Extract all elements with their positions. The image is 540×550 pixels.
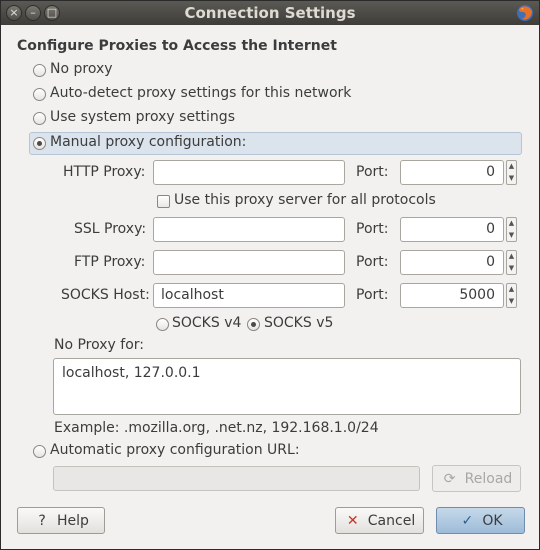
socks-port-label: Port: [356, 287, 389, 303]
cancel-button-label: Cancel [367, 512, 416, 529]
firefox-icon [517, 5, 533, 21]
auto-url-radio[interactable] [33, 445, 46, 458]
spin-down-icon[interactable]: ▼ [507, 230, 516, 241]
title-bar[interactable]: × – □ Connection Settings [1, 1, 539, 25]
section-heading: Configure Proxies to Access the Internet [17, 38, 337, 54]
socks-v4-label[interactable]: SOCKS v4 [172, 315, 241, 331]
use-for-all-checkbox[interactable] [157, 195, 170, 208]
socks-v4-radio[interactable] [156, 318, 169, 331]
socks-v5-label[interactable]: SOCKS v5 [264, 315, 333, 331]
socks-port-input[interactable]: 5000 [400, 283, 504, 308]
help-button[interactable]: ? Help [17, 507, 105, 534]
no-proxy-radio[interactable] [33, 64, 46, 77]
ftp-port-input[interactable]: 0 [400, 250, 504, 275]
ok-button[interactable]: ✓ OK [436, 507, 525, 534]
window-title: Connection Settings [184, 4, 356, 22]
ftp-port-label: Port: [356, 254, 389, 270]
system-proxy-label[interactable]: Use system proxy settings [50, 109, 235, 125]
spin-up-icon[interactable]: ▲ [507, 218, 516, 229]
manual-proxy-label[interactable]: Manual proxy configuration: [50, 134, 246, 150]
use-for-all-label[interactable]: Use this proxy server for all protocols [174, 192, 436, 208]
socks-port-spinner[interactable]: ▲ ▼ [506, 283, 517, 308]
no-proxy-example: Example: .mozilla.org, .net.nz, 192.168.… [54, 420, 379, 436]
auto-detect-radio[interactable] [33, 88, 46, 101]
reload-button-label: Reload [464, 470, 513, 487]
spin-down-icon[interactable]: ▼ [507, 263, 516, 274]
socks-host-label: SOCKS Host: [61, 287, 150, 303]
ftp-proxy-label: FTP Proxy: [74, 254, 146, 270]
reload-button[interactable]: ⟳ Reload [432, 465, 521, 492]
ssl-proxy-input[interactable] [153, 217, 345, 242]
spin-down-icon[interactable]: ▼ [507, 296, 516, 307]
no-proxy-for-textarea[interactable]: localhost, 127.0.0.1 [53, 358, 521, 415]
http-port-input[interactable]: 0 [400, 160, 504, 185]
http-proxy-label: HTTP Proxy: [63, 164, 146, 180]
ssl-proxy-label: SSL Proxy: [74, 221, 147, 237]
help-icon: ? [38, 512, 46, 529]
cancel-button[interactable]: ✕ Cancel [335, 507, 424, 534]
ssl-port-label: Port: [356, 221, 389, 237]
auto-detect-label[interactable]: Auto-detect proxy settings for this netw… [50, 85, 351, 101]
reload-icon: ⟳ [443, 470, 456, 487]
help-button-label: Help [57, 512, 89, 529]
http-port-label: Port: [356, 164, 389, 180]
auto-url-label[interactable]: Automatic proxy configuration URL: [50, 442, 300, 458]
manual-proxy-radio[interactable] [33, 137, 46, 150]
cancel-icon: ✕ [346, 512, 359, 529]
spin-up-icon[interactable]: ▲ [507, 251, 516, 262]
no-proxy-label[interactable]: No proxy [50, 61, 113, 77]
ok-button-label: OK [482, 512, 503, 529]
auto-url-input[interactable] [53, 466, 420, 491]
http-proxy-input[interactable] [153, 160, 345, 185]
socks-host-input[interactable]: localhost [153, 283, 345, 308]
system-proxy-radio[interactable] [33, 112, 46, 125]
spin-down-icon[interactable]: ▼ [507, 173, 516, 184]
spin-up-icon[interactable]: ▲ [507, 284, 516, 295]
ftp-port-spinner[interactable]: ▲ ▼ [506, 250, 517, 275]
ftp-proxy-input[interactable] [153, 250, 345, 275]
ssl-port-input[interactable]: 0 [400, 217, 504, 242]
socks-v5-radio[interactable] [247, 318, 260, 331]
connection-settings-window: × – □ Connection Settings Configure Prox… [0, 0, 540, 550]
spin-up-icon[interactable]: ▲ [507, 161, 516, 172]
http-port-spinner[interactable]: ▲ ▼ [506, 160, 517, 185]
ssl-port-spinner[interactable]: ▲ ▼ [506, 217, 517, 242]
no-proxy-for-label: No Proxy for: [54, 337, 145, 353]
ok-icon: ✓ [461, 512, 474, 529]
